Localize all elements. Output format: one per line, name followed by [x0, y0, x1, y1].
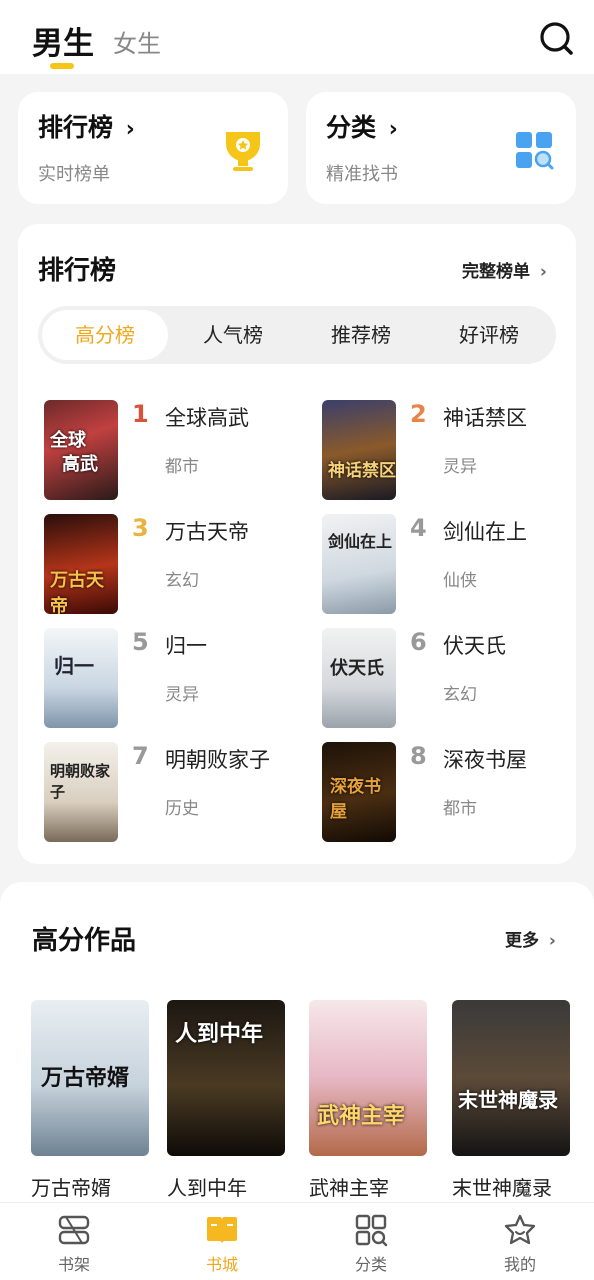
book-cover: 万古帝婿 [31, 1000, 149, 1156]
chevron-right-icon: › [548, 931, 556, 951]
category-quick-card[interactable]: 分类 › 精准找书 [306, 92, 576, 204]
book-cover: 人到中年 [167, 1000, 285, 1156]
book-store-icon [205, 1213, 239, 1247]
ranking-item[interactable]: 全球 高武 1 全球高武 都市 [44, 400, 294, 500]
book-card[interactable]: 末世神魔录 末世神魔录 [452, 1000, 570, 1201]
bookshelf-icon [57, 1213, 91, 1247]
book-cover: 末世神魔录 [452, 1000, 570, 1156]
book-title: 人到中年 [167, 1176, 247, 1200]
tab-good-reviews[interactable]: 好评榜 [426, 310, 552, 360]
book-card[interactable]: 人到中年 人到中年 [167, 1000, 285, 1201]
full-ranking-label: 完整榜单 [462, 262, 530, 282]
ranking-tab-segment: 高分榜 人气榜 推荐榜 好评榜 [38, 306, 556, 364]
book-category: 仙侠 [443, 571, 477, 591]
book-category: 玄幻 [443, 685, 477, 705]
high-score-title: 高分作品 [32, 926, 137, 956]
nav-profile[interactable]: 我的 [446, 1203, 594, 1280]
tab-male[interactable]: 男生 [32, 18, 94, 63]
nav-bookstore[interactable]: 书城 [148, 1203, 296, 1280]
book-title: 深夜书屋 [443, 748, 527, 772]
rank-number: 3 [132, 514, 149, 542]
ranking-item[interactable]: 明朝败家子 7 明朝败家子 历史 [44, 742, 294, 842]
category-card-title: 分类 [326, 113, 377, 142]
chevron-right-icon: › [125, 117, 135, 142]
book-title: 剑仙在上 [443, 520, 527, 544]
book-card[interactable]: 武神主宰 武神主宰 [309, 1000, 427, 1201]
chevron-right-icon: › [388, 117, 398, 142]
nav-label: 我的 [503, 1255, 536, 1274]
ranking-board: 排行榜 完整榜单 › 高分榜 人气榜 推荐榜 好评榜 全球 高武 1 全球高武 … [18, 224, 576, 864]
ranking-item[interactable]: 剑仙在上 4 剑仙在上 仙侠 [322, 514, 572, 614]
full-ranking-link[interactable]: 完整榜单 › [462, 257, 547, 282]
book-category: 都市 [443, 799, 477, 819]
active-tab-indicator [50, 63, 74, 69]
nav-label: 书城 [205, 1255, 238, 1274]
profile-star-icon [503, 1213, 537, 1247]
category-card-subtitle: 精准找书 [326, 164, 398, 185]
book-category: 玄幻 [165, 571, 199, 591]
book-cover: 神话禁区 [322, 400, 396, 500]
bottom-navigation: 书架 书城 分类 我的 [0, 1202, 594, 1280]
rank-number: 7 [132, 742, 149, 770]
chevron-right-icon: › [539, 262, 547, 282]
rank-number: 5 [132, 628, 149, 656]
ranking-card-subtitle: 实时榜单 [38, 164, 110, 185]
tab-recommended[interactable]: 推荐榜 [298, 310, 424, 360]
tab-high-score[interactable]: 高分榜 [42, 310, 168, 360]
book-title: 末世神魔录 [452, 1176, 552, 1200]
book-cover: 武神主宰 [309, 1000, 427, 1156]
book-title: 万古帝婿 [31, 1176, 111, 1200]
rank-number: 8 [410, 742, 427, 770]
book-cover: 全球 高武 [44, 400, 118, 500]
trophy-icon [220, 128, 266, 174]
search-icon[interactable] [538, 20, 576, 58]
book-title: 明朝败家子 [165, 748, 270, 772]
book-category: 灵异 [443, 457, 477, 477]
high-score-section: 高分作品 更多 › 万古帝婿 万古帝婿 人到中年 人到中年 武神主宰 武神主宰 … [0, 882, 594, 1212]
more-label: 更多 [505, 931, 539, 951]
book-title: 全球高武 [165, 406, 249, 430]
book-cover: 伏天氏 [322, 628, 396, 728]
nav-label: 分类 [354, 1255, 387, 1274]
book-cover: 剑仙在上 [322, 514, 396, 614]
book-cover: 万古天帝 [44, 514, 118, 614]
book-title: 伏天氏 [443, 634, 506, 658]
book-category: 灵异 [165, 685, 199, 705]
book-cover: 归一 [44, 628, 118, 728]
grid-search-icon [514, 130, 554, 170]
book-title: 归一 [165, 634, 207, 658]
ranking-card-title: 排行榜 [38, 113, 114, 142]
ranking-quick-card[interactable]: 排行榜 › 实时榜单 [18, 92, 288, 204]
ranking-item[interactable]: 万古天帝 3 万古天帝 玄幻 [44, 514, 294, 614]
more-link[interactable]: 更多 › [505, 926, 556, 951]
book-title: 万古天帝 [165, 520, 249, 544]
rank-number: 4 [410, 514, 427, 542]
book-cover: 明朝败家子 [44, 742, 118, 842]
book-card[interactable]: 万古帝婿 万古帝婿 [31, 1000, 149, 1201]
ranking-section-title: 排行榜 [38, 256, 117, 286]
tab-popularity[interactable]: 人气榜 [170, 310, 296, 360]
ranking-item[interactable]: 神话禁区 2 神话禁区 灵异 [322, 400, 572, 500]
ranking-item[interactable]: 伏天氏 6 伏天氏 玄幻 [322, 628, 572, 728]
ranking-item[interactable]: 归一 5 归一 灵异 [44, 628, 294, 728]
rank-number: 2 [410, 400, 427, 428]
ranking-item[interactable]: 深夜书屋 8 深夜书屋 都市 [322, 742, 572, 842]
book-title: 神话禁区 [443, 406, 527, 430]
nav-category[interactable]: 分类 [297, 1203, 445, 1280]
tab-female[interactable]: 女生 [113, 24, 161, 59]
nav-bookshelf[interactable]: 书架 [0, 1203, 148, 1280]
nav-label: 书架 [57, 1255, 90, 1274]
book-title: 武神主宰 [309, 1176, 389, 1200]
top-bar: 男生 女生 [0, 0, 594, 74]
rank-number: 1 [132, 400, 149, 428]
book-cover: 深夜书屋 [322, 742, 396, 842]
book-category: 都市 [165, 457, 199, 477]
rank-number: 6 [410, 628, 427, 656]
book-category: 历史 [165, 799, 199, 819]
category-grid-icon [354, 1213, 388, 1247]
